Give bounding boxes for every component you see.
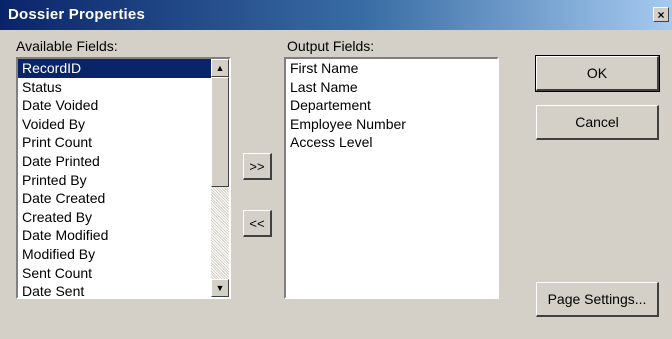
available-fields-items: RecordID Status Date Voided Voided By Print …: [18, 59, 229, 297]
available-field-item[interactable]: Created By: [18, 208, 229, 227]
title-bar[interactable]: Dossier Properties ×: [0, 0, 672, 30]
dialog-title: Dossier Properties: [8, 6, 145, 23]
output-field-item[interactable]: Departement: [286, 96, 497, 115]
available-fields-scrollbar[interactable]: ▲ ▼: [211, 59, 229, 297]
output-field-item[interactable]: First Name: [286, 59, 497, 78]
available-field-item[interactable]: Voided By: [18, 115, 229, 134]
output-fields-items: First Name Last Name Departement Employee N…: [286, 59, 497, 152]
available-field-item[interactable]: Date Sent: [18, 282, 229, 297]
scroll-thumb[interactable]: [211, 77, 229, 187]
output-field-item[interactable]: Last Name: [286, 78, 497, 97]
page-settings-button[interactable]: Page Settings...: [536, 282, 659, 317]
available-field-item[interactable]: Print Count: [18, 133, 229, 152]
available-field-item[interactable]: Sent Count: [18, 264, 229, 283]
available-field-item[interactable]: Modified By: [18, 245, 229, 264]
close-icon[interactable]: ×: [653, 7, 669, 22]
available-field-item[interactable]: Date Voided: [18, 96, 229, 115]
available-field-item[interactable]: Printed By: [18, 171, 229, 190]
remove-field-button[interactable]: <<: [243, 210, 272, 237]
available-field-item[interactable]: RecordID: [18, 59, 211, 78]
scroll-down-icon[interactable]: ▼: [211, 279, 229, 297]
available-field-item[interactable]: Status: [18, 78, 229, 97]
output-fields-label: Output Fields:: [287, 38, 375, 54]
available-field-item[interactable]: Date Created: [18, 189, 229, 208]
scroll-up-icon[interactable]: ▲: [211, 59, 229, 77]
output-fields-list[interactable]: First Name Last Name Departement Employee N…: [284, 57, 499, 299]
ok-button[interactable]: OK: [535, 55, 660, 92]
available-fields-list[interactable]: RecordID Status Date Voided Voided By Print …: [16, 57, 231, 299]
dossier-properties-dialog: Dossier Properties × Available Fields: O…: [0, 0, 672, 339]
output-field-item[interactable]: Employee Number: [286, 115, 497, 134]
available-field-item[interactable]: Date Printed: [18, 152, 229, 171]
available-fields-label: Available Fields:: [16, 38, 118, 54]
add-field-button[interactable]: >>: [243, 153, 272, 180]
available-field-item[interactable]: Date Modified: [18, 226, 229, 245]
cancel-button[interactable]: Cancel: [536, 105, 659, 140]
output-field-item[interactable]: Access Level: [286, 133, 497, 152]
